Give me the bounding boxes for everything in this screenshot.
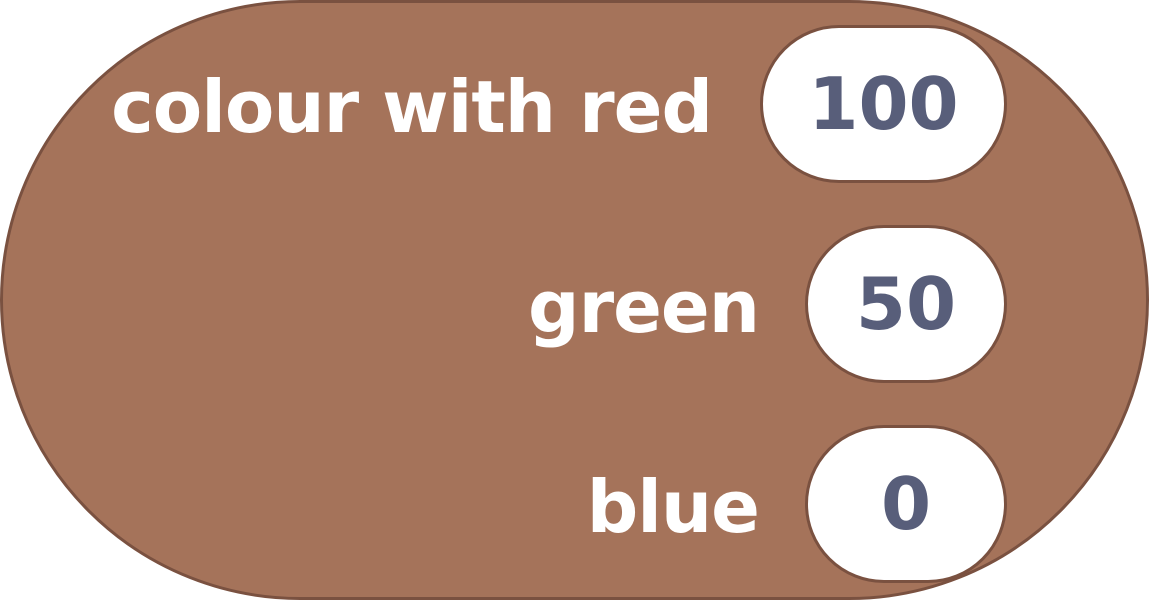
blue-label: blue	[586, 465, 760, 549]
colour-rgb-block[interactable]: colour with red 100 green 50 blue 0	[0, 0, 1149, 600]
green-value-input[interactable]: 50	[805, 225, 1007, 383]
green-label: green	[528, 265, 760, 349]
colour-with-red-label: colour with red	[111, 65, 713, 149]
blue-value-input[interactable]: 0	[805, 425, 1007, 583]
red-value-input[interactable]: 100	[760, 25, 1007, 183]
